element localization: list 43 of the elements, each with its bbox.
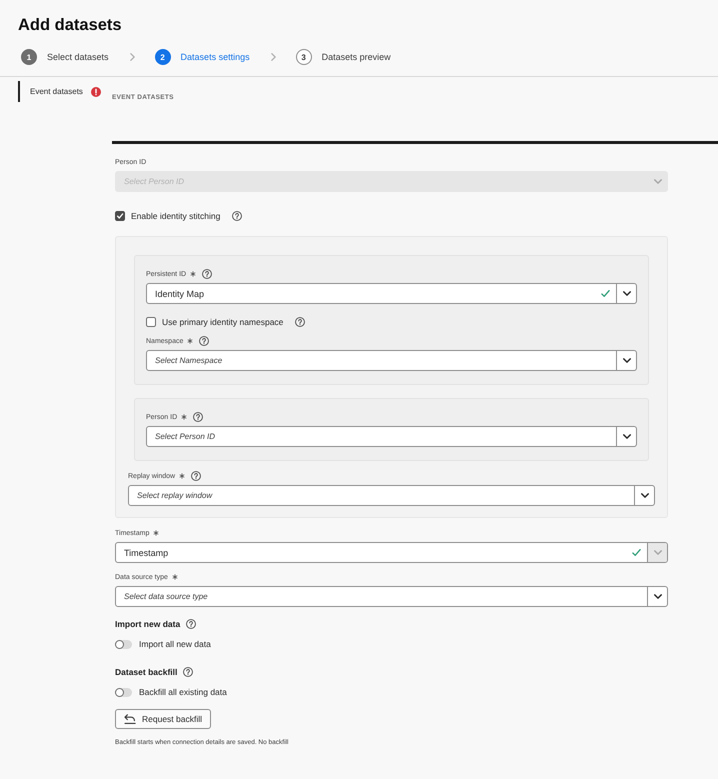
chevron-down-icon (640, 493, 648, 498)
help-icon[interactable] (232, 211, 242, 221)
help-icon[interactable] (199, 336, 210, 346)
step-label[interactable]: Select datasets (47, 52, 109, 62)
checkbox-label: Enable identity stitching (131, 211, 220, 221)
sidebar-item[interactable]: Event datasets (18, 81, 103, 102)
select-field[interactable]: Select Person ID (146, 426, 637, 447)
step-number: 2 (154, 49, 171, 65)
step-number: 1 (21, 49, 37, 65)
checkbox[interactable] (115, 211, 125, 221)
checkbox-label: Use primary identity namespace (162, 317, 284, 327)
chevron-down-icon (622, 291, 630, 296)
toggle-switch[interactable] (115, 688, 132, 696)
select-field[interactable]: Select data source type (115, 586, 668, 607)
section-heading: Dataset backfill (115, 667, 178, 677)
step-label[interactable]: Datasets settings (180, 52, 250, 62)
checkbox[interactable] (146, 317, 156, 327)
chevron-down-icon (654, 179, 662, 184)
toggle-label: Import all new data (139, 639, 211, 649)
action-button[interactable]: Request backfill (115, 709, 212, 729)
chevron-right-icon (130, 53, 135, 61)
help-icon[interactable] (193, 412, 204, 422)
select-field[interactable]: Select replay window (128, 485, 655, 506)
section-heading: Import new data (115, 619, 180, 629)
undo-icon (124, 714, 136, 724)
chevron-down-icon (654, 594, 662, 599)
select-field[interactable]: Select Namespace (146, 350, 637, 371)
help-icon[interactable] (202, 269, 212, 279)
toggle-label: Backfill all existing data (139, 687, 227, 697)
select-field[interactable]: Timestamp (115, 542, 668, 563)
chevron-down-icon (654, 550, 662, 555)
step-label[interactable]: Datasets preview (322, 52, 391, 62)
chevron-down-icon (622, 434, 630, 439)
help-icon[interactable] (186, 619, 196, 629)
select-field[interactable]: Identity Map (146, 283, 637, 304)
chevron-right-icon (270, 53, 276, 61)
help-icon[interactable] (295, 317, 306, 327)
help-icon[interactable] (191, 471, 202, 481)
step-number: 3 (296, 49, 312, 65)
help-icon[interactable] (183, 667, 194, 677)
toggle-switch[interactable] (115, 640, 132, 648)
chevron-down-icon (622, 358, 630, 363)
page-title: Add datasets (18, 15, 122, 35)
